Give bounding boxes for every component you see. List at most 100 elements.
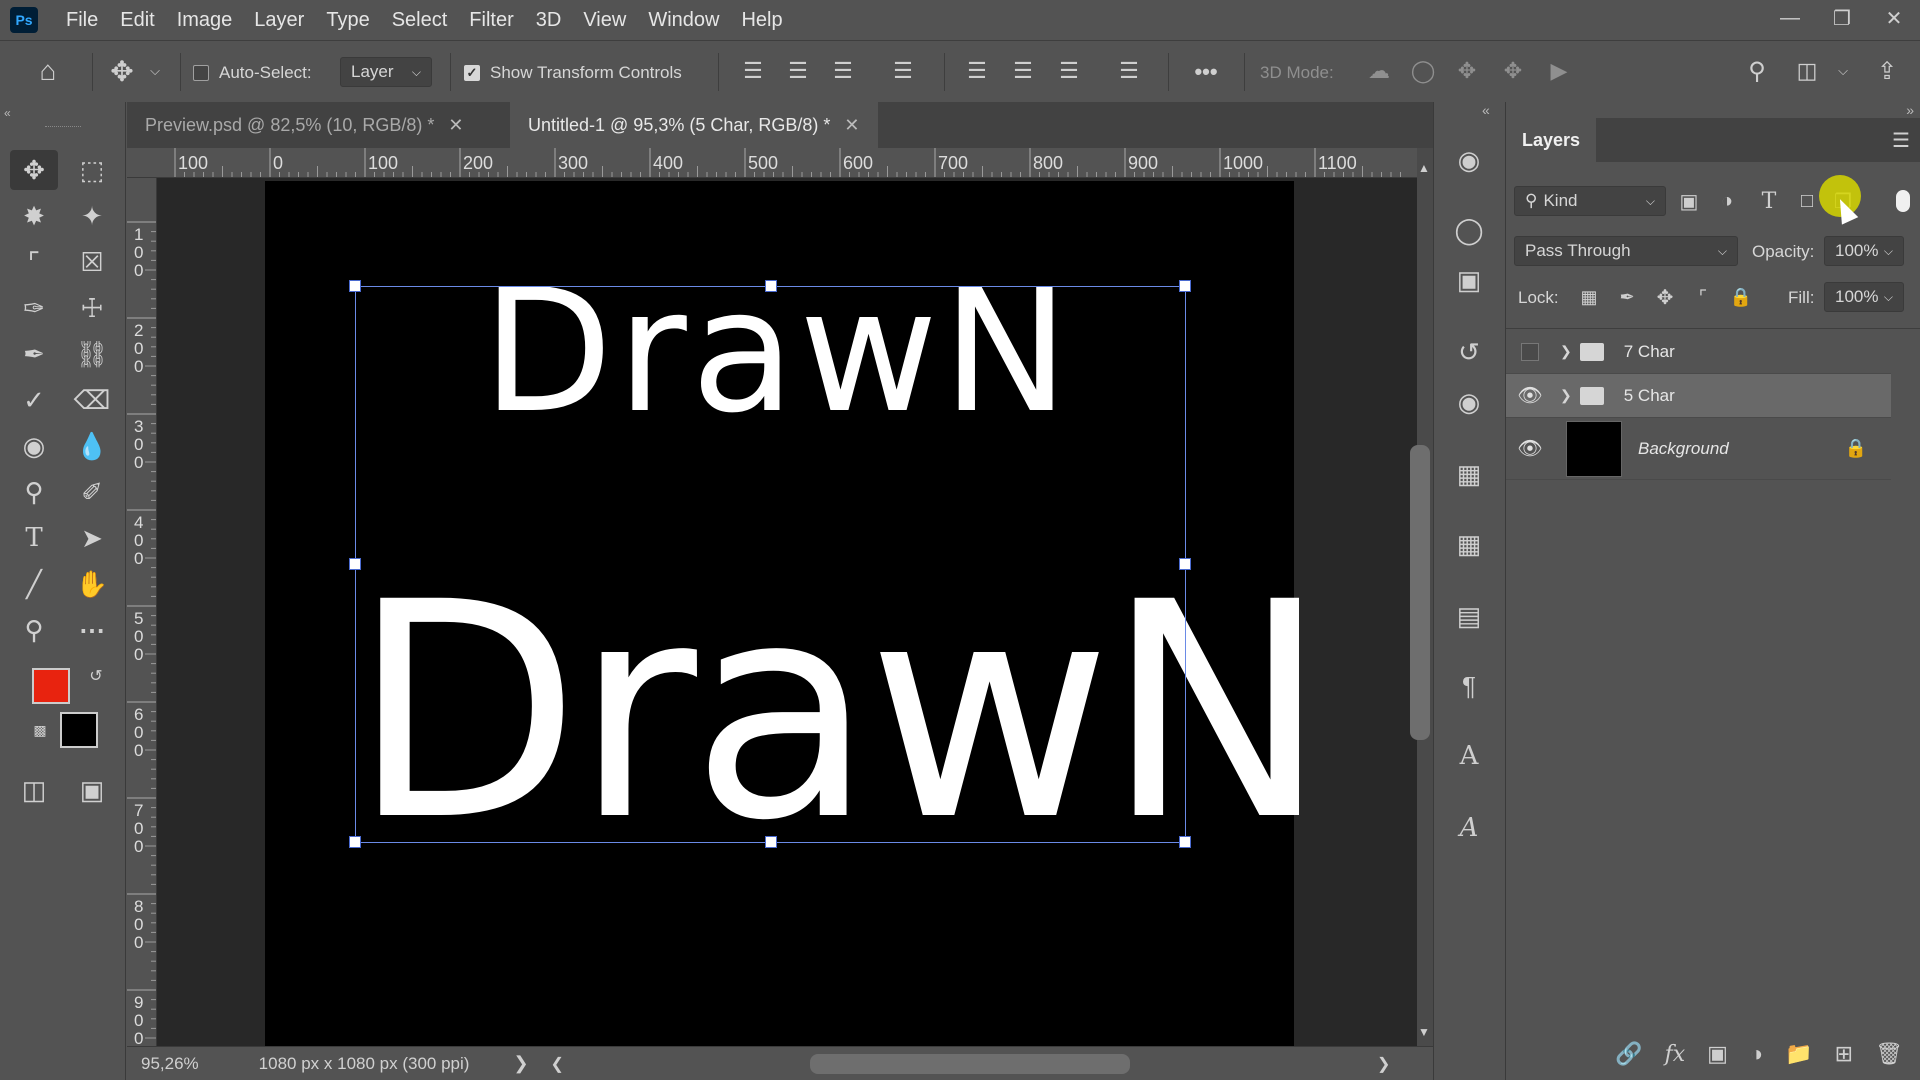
new-group-icon[interactable]: 📁 bbox=[1785, 1041, 1812, 1067]
align-center-icon[interactable]: ☰ bbox=[783, 53, 813, 89]
share-icon[interactable]: ⇪ bbox=[1870, 53, 1904, 89]
lock-icon[interactable]: 🔒 bbox=[1845, 438, 1867, 459]
transform-handle[interactable] bbox=[1179, 558, 1191, 570]
distribute-vertical-icon[interactable]: ☰ bbox=[1114, 53, 1144, 89]
scroll-right-icon[interactable]: ❯ bbox=[1377, 1054, 1390, 1074]
tool-preset-chevron-icon[interactable]: ⌵ bbox=[146, 55, 164, 87]
filter-adjustment-icon[interactable]: ◑ bbox=[1712, 186, 1742, 216]
transform-bounding-box[interactable] bbox=[349, 280, 1191, 848]
foreground-color-swatch[interactable] bbox=[32, 668, 70, 704]
close-icon[interactable]: ✕ bbox=[1868, 0, 1920, 36]
eraser-tool[interactable]: ⌫ bbox=[68, 380, 116, 420]
fill-field[interactable]: 100% ⌵ bbox=[1824, 282, 1904, 312]
glyphs-panel-icon[interactable]: A bbox=[1447, 806, 1491, 850]
show-transform-checkbox[interactable]: ✓ bbox=[464, 65, 480, 81]
zoom-level[interactable]: 95,26% bbox=[141, 1054, 199, 1074]
dodge-tool[interactable]: ⚲ bbox=[10, 472, 58, 512]
quick-mask-icon[interactable]: ◫ bbox=[10, 770, 58, 810]
blend-mode-dropdown[interactable]: Pass Through ⌵ bbox=[1514, 236, 1738, 266]
visibility-toggle[interactable] bbox=[1506, 342, 1554, 361]
adjustments-panel-icon[interactable]: ▦ bbox=[1447, 522, 1491, 566]
collapse-left-icon[interactable]: « bbox=[4, 106, 11, 120]
menu-file[interactable]: File bbox=[66, 9, 98, 32]
lasso-tool[interactable]: ✸ bbox=[10, 196, 58, 236]
tab-layers[interactable]: Layers bbox=[1506, 118, 1596, 162]
menu-view[interactable]: View bbox=[583, 9, 626, 32]
menu-help[interactable]: Help bbox=[741, 9, 782, 32]
align-top-icon[interactable]: ☰ bbox=[962, 53, 992, 89]
hand-tool[interactable]: ✋ bbox=[68, 564, 116, 604]
filter-toggle[interactable] bbox=[1896, 190, 1910, 212]
tab-untitled-1[interactable]: Untitled-1 @ 95,3% (5 Char, RGB/8) * ✕ bbox=[510, 102, 878, 148]
menu-image[interactable]: Image bbox=[177, 9, 233, 32]
3d-orbit-icon[interactable]: ☁ bbox=[1362, 53, 1396, 89]
pen-tool[interactable]: ✐ bbox=[68, 472, 116, 512]
collapse-strip-icon[interactable]: « bbox=[1482, 102, 1490, 118]
default-colors-icon[interactable]: ▩ bbox=[30, 720, 50, 740]
restore-icon[interactable]: ❐ bbox=[1816, 0, 1868, 36]
minimize-icon[interactable]: — bbox=[1764, 0, 1816, 36]
background-color-swatch[interactable] bbox=[60, 712, 98, 748]
transform-handle[interactable] bbox=[1179, 280, 1191, 292]
layer-row-background[interactable]: 👁 Background 🔒 bbox=[1506, 418, 1891, 480]
marquee-tool[interactable]: ⬚ bbox=[68, 150, 116, 190]
move-tool-icon[interactable]: ✥ bbox=[104, 51, 140, 91]
transform-handle[interactable] bbox=[349, 280, 361, 292]
gradients-panel-icon[interactable]: ▤ bbox=[1447, 594, 1491, 638]
eye-icon[interactable]: 👁 bbox=[1506, 436, 1554, 461]
chevron-right-icon[interactable]: ❯ bbox=[1560, 343, 1572, 360]
transform-handle[interactable] bbox=[349, 836, 361, 848]
paths-panel-icon[interactable]: ◯ bbox=[1447, 208, 1491, 252]
tab-preview[interactable]: Preview.psd @ 82,5% (10, RGB/8) * ✕ bbox=[127, 102, 482, 148]
workspace-chevron-icon[interactable]: ⌵ bbox=[1834, 55, 1852, 87]
menu-edit[interactable]: Edit bbox=[120, 9, 154, 32]
lock-pixels-icon[interactable]: ✒ bbox=[1612, 282, 1642, 312]
magic-wand-tool[interactable]: ✦ bbox=[68, 196, 116, 236]
line-tool[interactable]: ╱ bbox=[10, 564, 58, 604]
swatches-panel-icon[interactable]: ◉ bbox=[1447, 380, 1491, 424]
align-middle-icon[interactable]: ☰ bbox=[1008, 53, 1038, 89]
expand-panel-icon[interactable]: » bbox=[1906, 102, 1914, 118]
menu-3d[interactable]: 3D bbox=[536, 9, 562, 32]
status-menu-chevron-icon[interactable]: ❯ bbox=[513, 1053, 528, 1074]
filter-shape-icon[interactable]: □ bbox=[1792, 186, 1822, 216]
3d-roll-icon[interactable]: ◯ bbox=[1406, 53, 1440, 89]
history-panel-icon[interactable]: ↺ bbox=[1447, 330, 1491, 374]
transform-handle[interactable] bbox=[1179, 836, 1191, 848]
transform-handle[interactable] bbox=[765, 836, 777, 848]
channels-panel-icon[interactable]: ▦ bbox=[1447, 452, 1491, 496]
transform-handle[interactable] bbox=[765, 280, 777, 292]
filter-pixel-icon[interactable]: ▣ bbox=[1674, 186, 1704, 216]
lock-transparency-icon[interactable]: ▦ bbox=[1574, 282, 1604, 312]
history-brush-tool[interactable]: ✓ bbox=[10, 380, 58, 420]
workspace-icon[interactable]: ◫ bbox=[1790, 53, 1824, 89]
filter-kind-dropdown[interactable]: ⚲ Kind ⌵ bbox=[1514, 186, 1666, 216]
search-icon[interactable]: ⚲ bbox=[1740, 53, 1774, 89]
auto-select-target-dropdown[interactable]: Layer ⌵ bbox=[340, 57, 432, 87]
eye-icon[interactable]: 👁 bbox=[1506, 383, 1554, 408]
delete-layer-icon[interactable]: 🗑 bbox=[1875, 1041, 1903, 1067]
filter-type-icon[interactable]: T bbox=[1754, 186, 1784, 216]
paragraph-panel-icon[interactable]: ¶ bbox=[1447, 664, 1491, 708]
3d-scale-icon[interactable]: ▶ bbox=[1542, 53, 1576, 89]
panel-menu-icon[interactable]: ☰ bbox=[1889, 126, 1913, 154]
vertical-scroll-thumb[interactable] bbox=[1410, 445, 1430, 740]
auto-select-checkbox[interactable] bbox=[193, 65, 209, 81]
screen-mode-icon[interactable]: ▣ bbox=[68, 770, 116, 810]
crop-tool[interactable]: ⌜ bbox=[10, 242, 58, 282]
3d-pan-icon[interactable]: ✥ bbox=[1450, 53, 1484, 89]
menu-select[interactable]: Select bbox=[392, 9, 448, 32]
align-right-icon[interactable]: ☰ bbox=[828, 53, 858, 89]
transform-handle[interactable] bbox=[349, 558, 361, 570]
menu-type[interactable]: Type bbox=[326, 9, 369, 32]
clone-stamp-tool[interactable]: ⛓ bbox=[68, 334, 116, 374]
3d-panel-icon[interactable]: ▣ bbox=[1447, 258, 1491, 302]
move-tool[interactable]: ✥ bbox=[10, 150, 58, 190]
lock-all-icon[interactable]: 🔒 bbox=[1726, 282, 1756, 312]
lock-position-icon[interactable]: ✥ bbox=[1650, 282, 1680, 312]
distribute-icon[interactable]: ☰ bbox=[888, 53, 918, 89]
chevron-right-icon[interactable]: ❯ bbox=[1560, 387, 1572, 404]
blur-tool[interactable]: 💧 bbox=[68, 426, 116, 466]
paint-bucket-tool[interactable]: ◉ bbox=[10, 426, 58, 466]
path-selection-tool[interactable]: ➤ bbox=[68, 518, 116, 558]
